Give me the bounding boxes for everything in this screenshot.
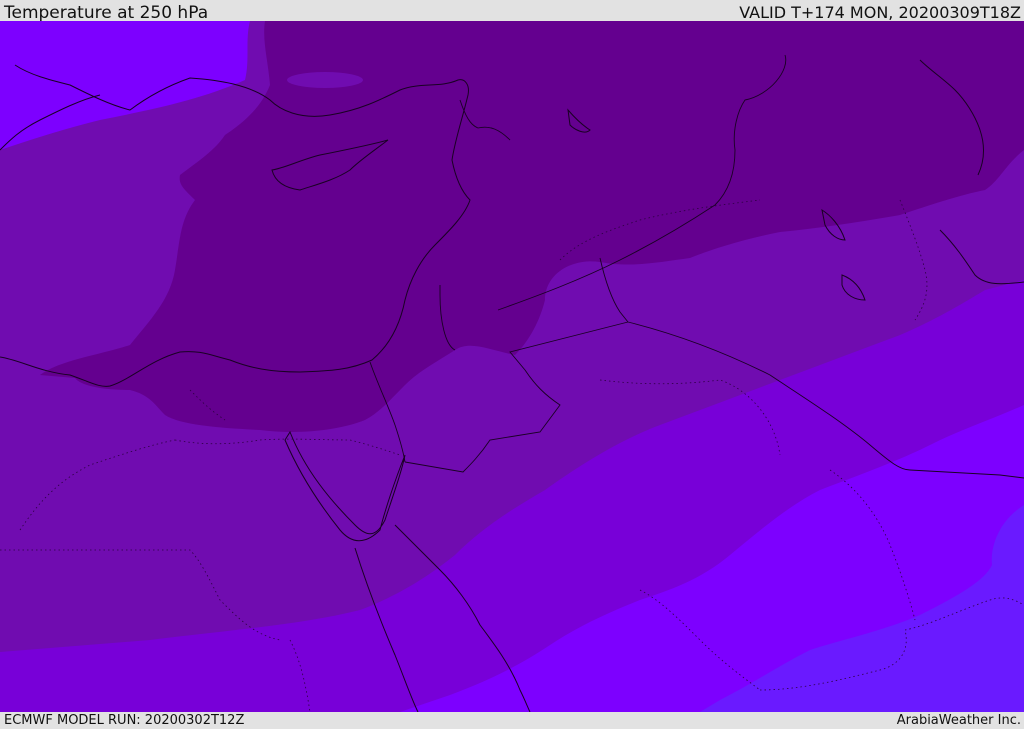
footer-bar: ECMWF MODEL RUN: 20200302T12Z ArabiaWeat… — [0, 712, 1024, 729]
temperature-map[interactable] — [0, 21, 1024, 712]
temp-patch-small — [287, 72, 363, 88]
header-bar: Temperature at 250 hPa VALID T+174 MON, … — [0, 0, 1024, 23]
credit-label: ArabiaWeather Inc. — [896, 713, 1021, 728]
valid-time: VALID T+174 MON, 20200309T18Z — [739, 3, 1021, 22]
model-run-label: ECMWF MODEL RUN: 20200302T12Z — [4, 713, 245, 728]
map-title: Temperature at 250 hPa — [4, 3, 209, 23]
